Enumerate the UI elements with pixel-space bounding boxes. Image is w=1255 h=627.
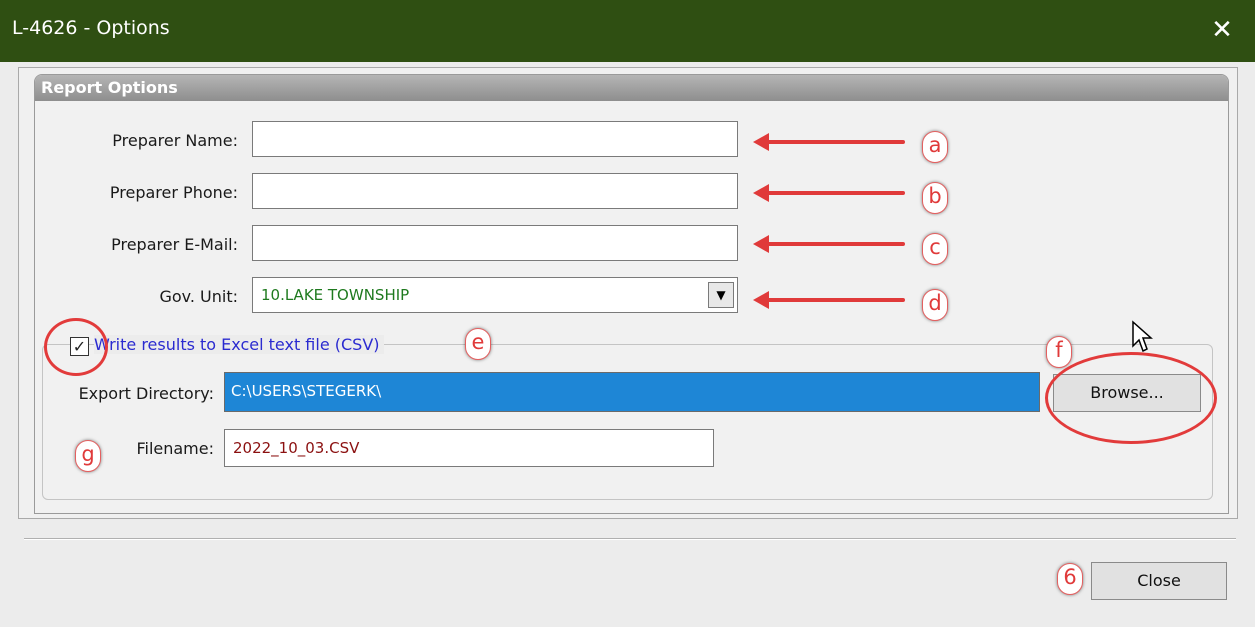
annotation-d: d <box>922 289 948 321</box>
export-directory-value: C:\USERS\STEGERK\ <box>231 382 382 400</box>
close-button[interactable]: Close <box>1091 562 1227 600</box>
annotation-e: e <box>465 328 491 360</box>
chevron-down-icon[interactable]: ▼ <box>708 282 734 308</box>
window-title: L-4626 - Options <box>12 17 170 39</box>
preparer-name-label: Preparer Name: <box>112 131 238 150</box>
annotation-g: g <box>75 440 101 472</box>
preparer-name-input[interactable] <box>252 121 738 157</box>
gov-unit-label: Gov. Unit: <box>159 287 238 306</box>
annotation-arrow-a <box>753 133 905 151</box>
filename-input[interactable]: 2022_10_03.CSV <box>224 429 714 467</box>
annotation-c: c <box>922 233 948 265</box>
annotation-arrow-c <box>753 235 905 253</box>
footer-separator <box>24 538 1236 540</box>
annotation-f: f <box>1046 336 1072 368</box>
annotation-ring-checkbox <box>44 318 108 376</box>
export-csv-checkbox-label[interactable]: Write results to Excel text file (CSV) <box>94 335 384 354</box>
annotation-arrow-d <box>753 291 905 309</box>
annotation-a: a <box>922 131 948 163</box>
annotation-arrow-b <box>753 184 905 202</box>
filename-value: 2022_10_03.CSV <box>233 439 360 457</box>
preparer-email-label: Preparer E-Mail: <box>111 235 238 254</box>
mouse-pointer-icon <box>1132 320 1153 353</box>
gov-unit-select[interactable]: 10.LAKE TOWNSHIP ▼ <box>252 277 738 313</box>
panel-header: Report Options <box>35 75 1228 101</box>
preparer-phone-input[interactable] <box>252 173 738 209</box>
preparer-phone-label: Preparer Phone: <box>109 183 238 202</box>
title-bar: L-4626 - Options ✕ <box>0 0 1255 62</box>
gov-unit-value: 10.LAKE TOWNSHIP <box>261 286 410 304</box>
annotation-b: b <box>922 182 948 214</box>
preparer-email-input[interactable] <box>252 225 738 261</box>
export-group <box>42 344 1213 500</box>
annotation-6: 6 <box>1057 563 1083 595</box>
filename-label: Filename: <box>136 439 214 458</box>
annotation-ring-browse <box>1045 352 1217 444</box>
close-window-icon[interactable]: ✕ <box>1204 12 1240 48</box>
export-directory-input[interactable]: C:\USERS\STEGERK\ <box>224 372 1040 412</box>
export-directory-label: Export Directory: <box>78 384 214 403</box>
